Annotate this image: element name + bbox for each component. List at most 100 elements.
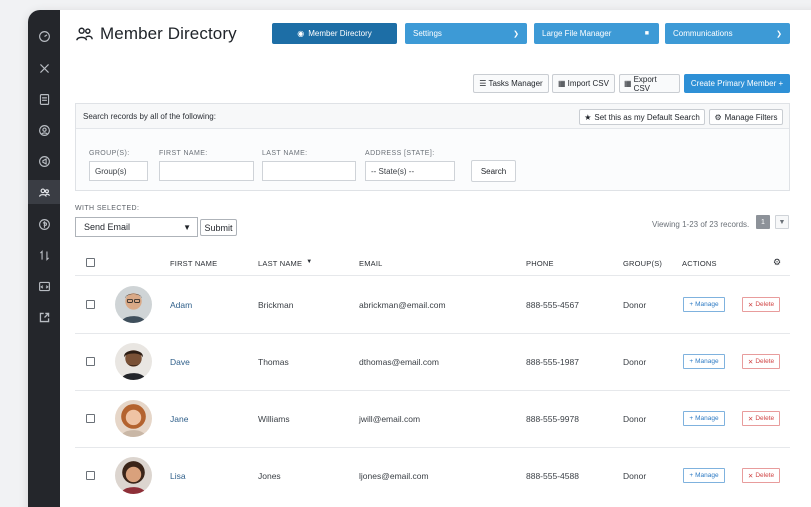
close-icon: ✕ [747, 358, 754, 366]
donation-icon[interactable] [28, 212, 60, 236]
delete-button[interactable]: ✕ Delete [742, 297, 780, 312]
row-checkbox[interactable] [86, 414, 95, 423]
gear-icon: ⚙ [714, 112, 722, 122]
plus-icon: + [689, 415, 694, 422]
chevron-down-icon: ❯ [776, 30, 782, 38]
first-name-cell[interactable]: Lisa [170, 471, 186, 481]
delete-button[interactable]: ✕ Delete [742, 468, 780, 483]
table-icon: ▦ [558, 79, 566, 88]
default-search-button[interactable]: ★ Set this as my Default Search [579, 109, 705, 125]
sort-icon[interactable] [28, 243, 60, 267]
group-cell: Donor [623, 414, 647, 424]
last-name-cell: Williams [258, 414, 290, 424]
col-groups[interactable]: GROUP(S) [623, 259, 662, 268]
avatar [115, 343, 152, 380]
close-icon: ✕ [747, 415, 754, 423]
phone-cell: 888-555-4588 [526, 471, 579, 481]
manage-button[interactable]: + Manage [683, 354, 725, 369]
chevron-down-icon: ❯ [513, 30, 519, 38]
list-icon: ☰ [479, 79, 487, 88]
dashboard-icon[interactable] [28, 24, 60, 48]
members-icon[interactable] [28, 180, 60, 204]
last-name-cell: Jones [258, 471, 281, 481]
state-label: ADDRESS [STATE]: [365, 150, 435, 157]
avatar [115, 457, 152, 494]
last-name-input[interactable] [262, 161, 356, 181]
first-name-input[interactable] [159, 161, 254, 181]
page-icon[interactable] [28, 87, 60, 111]
col-actions: ACTIONS [682, 259, 717, 268]
email-cell: abrickman@email.com [359, 300, 446, 310]
first-name-cell[interactable]: Adam [170, 300, 192, 310]
page-title-text: Member Directory [100, 24, 237, 43]
member-directory-button[interactable]: ◉ Member Directory [272, 23, 397, 44]
delete-button[interactable]: ✕ Delete [742, 354, 780, 369]
close-icon: ✕ [747, 472, 754, 480]
delete-button[interactable]: ✕ Delete [742, 411, 780, 426]
search-button[interactable]: Search [471, 160, 516, 182]
row-checkbox[interactable] [86, 300, 95, 309]
code-icon[interactable] [28, 274, 60, 298]
manage-button[interactable]: + Manage [683, 411, 725, 426]
plus-icon: + [689, 358, 694, 365]
chevron-down-icon: ▼ [183, 222, 191, 232]
sidebar [28, 10, 60, 507]
last-name-cell: Thomas [258, 357, 289, 367]
table-row: Jane Williams jwill@email.com 888-555-99… [75, 390, 790, 447]
col-last-name[interactable]: LAST NAME ▼ [258, 259, 312, 268]
manage-button[interactable]: + Manage [683, 468, 725, 483]
large-file-manager-button[interactable]: Large File Manager ■ [534, 23, 659, 44]
state-select[interactable]: -- State(s) -- [365, 161, 455, 181]
records-summary: Viewing 1-23 of 23 records. [652, 220, 750, 229]
avatar [115, 286, 152, 323]
table-row: Dave Thomas dthomas@email.com 888-555-19… [75, 333, 790, 390]
last-name-cell: Brickman [258, 300, 294, 310]
col-first-name[interactable]: FIRST NAME [170, 259, 217, 268]
bulk-action-select[interactable]: Send Email ▼ [75, 217, 198, 237]
bulk-submit-button[interactable]: Submit [200, 219, 237, 236]
communications-dropdown[interactable]: Communications ❯ [665, 23, 790, 44]
group-cell: Donor [623, 357, 647, 367]
page-1-button[interactable]: 1 [756, 215, 770, 229]
star-icon: ★ [584, 112, 592, 122]
row-checkbox[interactable] [86, 471, 95, 480]
last-name-label: LAST NAME: [262, 150, 308, 157]
tasks-manager-button[interactable]: ☰ Tasks Manager [473, 74, 549, 93]
app-window: Member Directory ◉ Member Directory Sett… [28, 10, 811, 507]
import-csv-button[interactable]: ▦ Import CSV [552, 74, 615, 93]
select-all-checkbox[interactable] [86, 258, 95, 267]
email-cell: dthomas@email.com [359, 357, 439, 367]
tools-icon[interactable] [28, 56, 60, 80]
export-csv-button[interactable]: ▦ Export CSV [619, 74, 680, 93]
manage-button[interactable]: + Manage [683, 297, 725, 312]
phone-cell: 888-555-9978 [526, 414, 579, 424]
gear-icon[interactable]: ⚙ [773, 257, 781, 268]
phone-cell: 888-555-4567 [526, 300, 579, 310]
manage-filters-button[interactable]: ⚙ Manage Filters [709, 109, 783, 125]
external-edit-icon[interactable] [28, 305, 60, 329]
plus-icon: + [689, 472, 694, 479]
search-panel: Search records by all of the following: … [75, 103, 790, 191]
table-icon: ▦ [624, 79, 632, 88]
avatar [115, 400, 152, 437]
groups-select[interactable]: Group(s) [89, 161, 148, 181]
phone-cell: 888-555-1987 [526, 357, 579, 367]
first-name-cell[interactable]: Jane [170, 414, 188, 424]
folder-icon: ■ [644, 30, 649, 37]
group-cell: Donor [623, 471, 647, 481]
col-email[interactable]: EMAIL [359, 259, 383, 268]
megaphone-icon[interactable] [28, 149, 60, 173]
plus-icon: + [689, 301, 694, 308]
with-selected-label: WITH SELECTED: [75, 205, 140, 212]
row-checkbox[interactable] [86, 357, 95, 366]
col-phone[interactable]: PHONE [526, 259, 554, 268]
create-primary-member-button[interactable]: Create Primary Member + [684, 74, 790, 93]
sort-down-icon: ▼ [306, 259, 313, 265]
settings-dropdown[interactable]: Settings ❯ [405, 23, 527, 44]
page-dropdown-icon[interactable]: ▼ [775, 215, 789, 229]
first-name-cell[interactable]: Dave [170, 357, 190, 367]
table-row: Lisa Jones ljones@email.com 888-555-4588… [75, 447, 790, 504]
page-title: Member Directory [75, 24, 237, 44]
user-circle-icon[interactable] [28, 118, 60, 142]
groups-label: GROUP(S): [89, 150, 130, 157]
